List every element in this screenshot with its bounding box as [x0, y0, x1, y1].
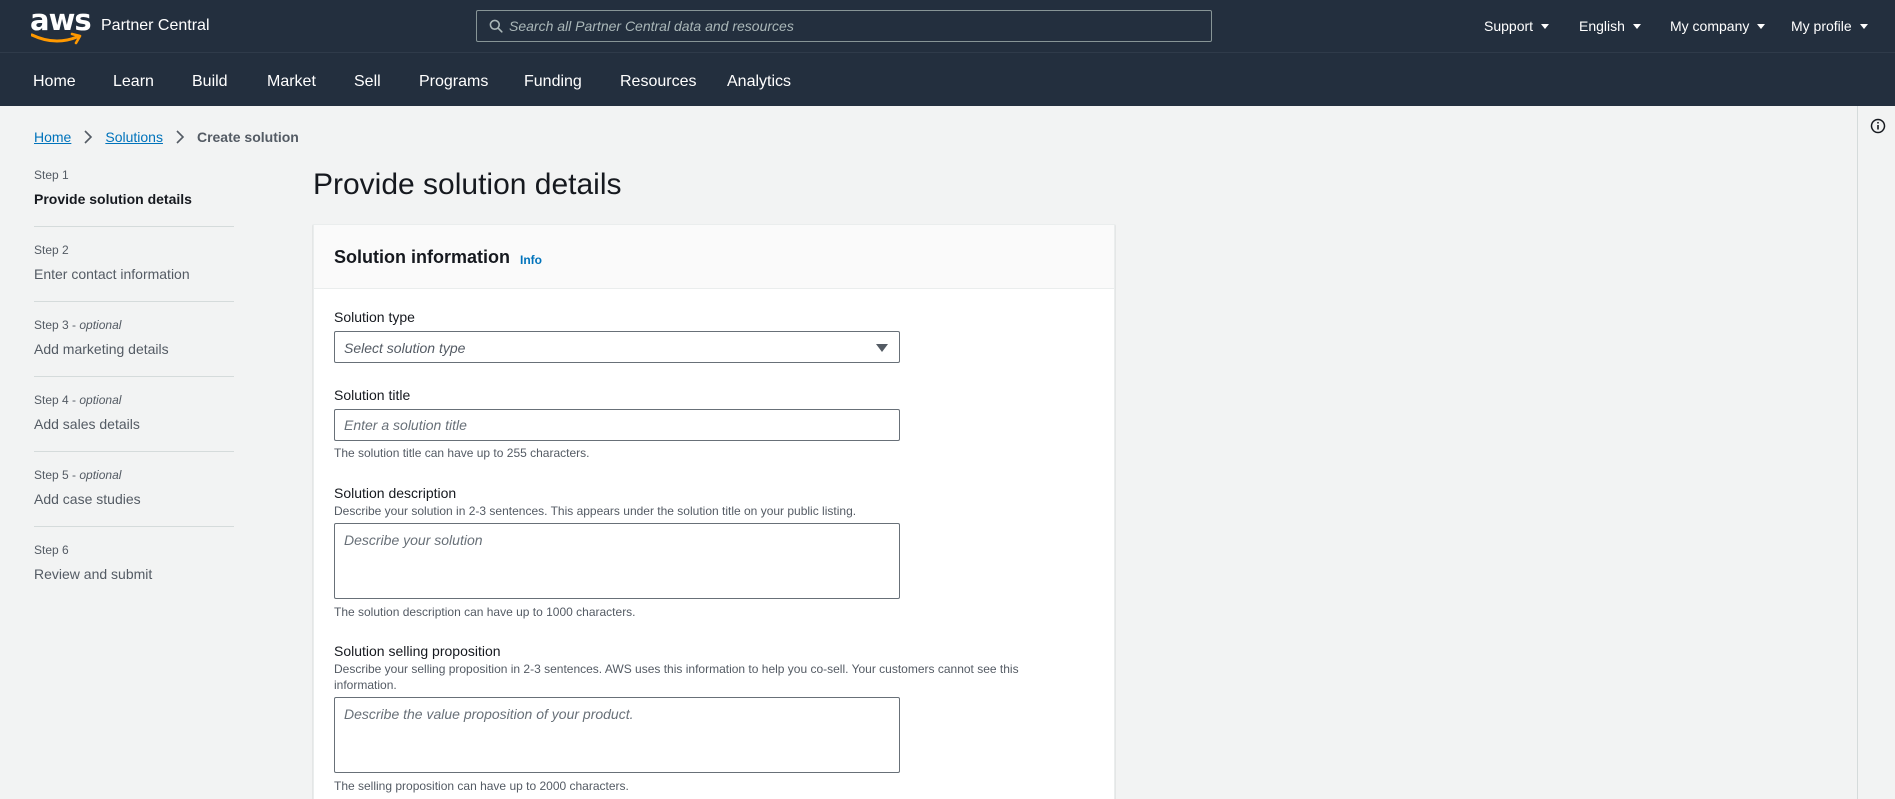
- step-title: Add sales details: [34, 416, 140, 432]
- solution-proposition-constraint: The selling proposition can have up to 2…: [334, 779, 629, 793]
- nav-build[interactable]: Build: [192, 72, 228, 92]
- aws-logo[interactable]: aws: [30, 6, 92, 46]
- step-divider: [34, 226, 234, 227]
- solution-description-wrap: [314, 523, 1114, 599]
- solution-description-constraint: The solution description can have up to …: [334, 605, 636, 619]
- solution-description-hint: Describe your solution in 2-3 sentences.…: [334, 504, 857, 518]
- page-title: Provide solution details: [313, 168, 622, 201]
- wizard-step-4[interactable]: Step 4 - optional Add sales details: [34, 393, 234, 468]
- nav-resources[interactable]: Resources: [620, 72, 696, 92]
- step-number: Step 4 - optional: [34, 393, 122, 407]
- step-divider: [34, 451, 234, 452]
- info-circle-icon[interactable]: [1870, 118, 1886, 134]
- search-icon: [489, 19, 503, 33]
- solution-information-panel: Solution information Info Solution type …: [313, 224, 1115, 799]
- solution-type-label: Solution type: [334, 309, 415, 325]
- my-profile-label: My profile: [1791, 18, 1852, 34]
- step-number: Step 3 - optional: [34, 318, 122, 332]
- step-title: Add case studies: [34, 491, 141, 507]
- support-label: Support: [1484, 18, 1534, 34]
- solution-description-label: Solution description: [334, 485, 457, 501]
- step-title: Enter contact information: [34, 266, 190, 282]
- breadcrumb-solutions[interactable]: Solutions: [105, 128, 163, 146]
- nav-home[interactable]: Home: [33, 72, 76, 92]
- aws-logo-text: aws: [30, 3, 92, 37]
- aws-smile-icon: [31, 32, 82, 45]
- nav-funding[interactable]: Funding: [524, 72, 582, 92]
- step-title: Add marketing details: [34, 341, 169, 357]
- solution-description-textarea[interactable]: [334, 523, 900, 599]
- wizard-step-3[interactable]: Step 3 - optional Add marketing details: [34, 318, 234, 393]
- caret-down-icon: [1859, 23, 1868, 29]
- step-title: Review and submit: [34, 566, 153, 582]
- solution-type-placeholder: Select solution type: [344, 340, 466, 356]
- breadcrumb: Home Solutions Create solution: [34, 128, 299, 146]
- optional-tag: optional: [79, 393, 122, 407]
- wizard-step-1[interactable]: Step 1 Provide solution details: [34, 168, 234, 243]
- chevron-right-icon: [176, 130, 185, 144]
- breadcrumb-home[interactable]: Home: [34, 128, 71, 146]
- my-company-label: My company: [1670, 18, 1750, 34]
- solution-title-label: Solution title: [334, 387, 411, 403]
- wizard-step-6[interactable]: Step 6 Review and submit: [34, 543, 234, 618]
- step-number: Step 2: [34, 243, 69, 257]
- step-divider: [34, 526, 234, 527]
- optional-tag: optional: [79, 468, 122, 482]
- caret-down-icon: [1541, 23, 1550, 29]
- breadcrumb-current: Create solution: [196, 129, 299, 145]
- solution-type-select[interactable]: Select solution type: [334, 331, 900, 363]
- nav-market[interactable]: Market: [267, 72, 316, 92]
- solution-proposition-textarea[interactable]: [334, 697, 900, 773]
- language-menu[interactable]: English: [1579, 17, 1641, 35]
- global-search[interactable]: [476, 10, 1212, 42]
- nav-analytics[interactable]: Analytics: [727, 72, 791, 92]
- nav-learn[interactable]: Learn: [113, 72, 154, 92]
- step-number: Step 6: [34, 543, 69, 557]
- panel-title: Solution information: [334, 247, 510, 267]
- support-menu[interactable]: Support: [1484, 17, 1550, 35]
- panel-header: Solution information Info: [314, 225, 1114, 289]
- wizard-step-5[interactable]: Step 5 - optional Add case studies: [34, 468, 234, 543]
- step-title: Provide solution details: [34, 191, 192, 207]
- solution-title-input[interactable]: [334, 409, 900, 441]
- nav-programs[interactable]: Programs: [419, 72, 488, 92]
- step-divider: [34, 301, 234, 302]
- step-divider: [34, 376, 234, 377]
- solution-proposition-hint: Describe your selling proposition in 2-3…: [334, 662, 1019, 692]
- solution-proposition-wrap: [314, 697, 1114, 773]
- tools-panel-strip: [1857, 106, 1895, 799]
- main-nav: Home Learn Build Market Sell Programs Fu…: [0, 52, 1895, 106]
- nav-sell[interactable]: Sell: [354, 72, 381, 92]
- caret-down-icon: [1632, 23, 1641, 29]
- brand-name[interactable]: Partner Central: [101, 16, 210, 36]
- my-company-menu[interactable]: My company: [1670, 17, 1766, 35]
- step-number: Step 1: [34, 168, 69, 182]
- wizard-step-2[interactable]: Step 2 Enter contact information: [34, 243, 234, 318]
- solution-proposition-label: Solution selling proposition: [334, 643, 501, 659]
- step-number: Step 5 - optional: [34, 468, 122, 482]
- optional-tag: optional: [79, 318, 122, 332]
- caret-down-icon: [1757, 23, 1766, 29]
- solution-title-constraint: The solution title can have up to 255 ch…: [334, 446, 590, 460]
- top-header: aws Partner Central Support English My c…: [0, 0, 1895, 52]
- search-input[interactable]: [509, 11, 1199, 41]
- info-link[interactable]: Info: [520, 253, 542, 267]
- chevron-right-icon: [84, 130, 93, 144]
- my-profile-menu[interactable]: My profile: [1791, 17, 1868, 35]
- language-label: English: [1579, 18, 1625, 34]
- caret-down-icon: [876, 344, 888, 352]
